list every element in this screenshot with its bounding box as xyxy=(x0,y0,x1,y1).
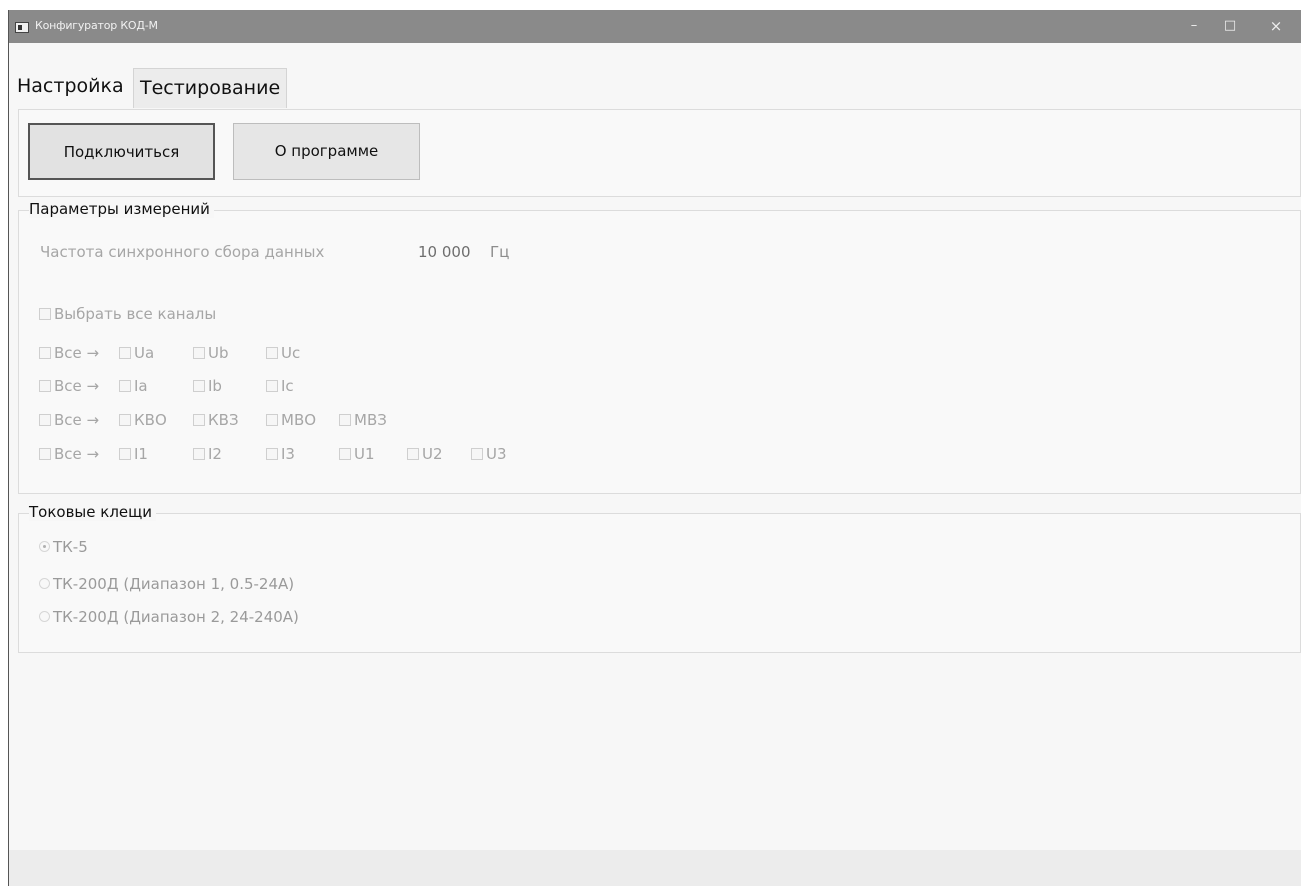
checkbox-icon xyxy=(193,380,205,392)
channel-u3-checkbox[interactable]: U3 xyxy=(471,445,507,463)
status-bar xyxy=(9,850,1301,886)
channel-label: I2 xyxy=(208,445,222,463)
row-current-all-checkbox[interactable]: Все → xyxy=(39,377,99,395)
checkbox-icon xyxy=(39,448,51,460)
channel-i2-checkbox[interactable]: I2 xyxy=(193,445,222,463)
clamp-tk200-range2-radio[interactable]: ТК-200Д (Диапазон 2, 24-240А) xyxy=(39,608,299,626)
row-discrete-all-checkbox[interactable]: Все → xyxy=(39,411,99,429)
title-bar: Конфигуратор КОД-М – □ × xyxy=(9,10,1301,43)
checkbox-icon xyxy=(39,414,51,426)
radio-icon xyxy=(39,578,50,589)
channel-ib-checkbox[interactable]: Ib xyxy=(193,377,222,395)
checkbox-icon xyxy=(39,347,51,359)
clamps-group-title: Токовые клещи xyxy=(29,503,157,521)
channel-kvz-checkbox[interactable]: КВЗ xyxy=(193,411,239,429)
checkbox-icon xyxy=(266,448,278,460)
row-external-all-checkbox[interactable]: Все → xyxy=(39,445,99,463)
checkbox-icon xyxy=(39,308,51,320)
radio-icon xyxy=(39,611,50,622)
checkbox-icon xyxy=(339,414,351,426)
frequency-label: Частота синхронного сбора данных xyxy=(40,243,325,261)
channel-label: U1 xyxy=(354,445,375,463)
channel-ia-checkbox[interactable]: Ia xyxy=(119,377,148,395)
channel-label: МВО xyxy=(281,411,317,429)
checkbox-icon xyxy=(193,448,205,460)
connect-button[interactable]: Подключиться xyxy=(28,123,215,180)
channel-label: I1 xyxy=(134,445,148,463)
close-icon[interactable]: × xyxy=(1261,16,1291,36)
channel-label: Ua xyxy=(134,344,155,362)
channel-label: Ia xyxy=(134,377,148,395)
radio-label: ТК-200Д (Диапазон 1, 0.5-24А) xyxy=(53,575,295,593)
channel-mvo-checkbox[interactable]: МВО xyxy=(266,411,316,429)
channel-label: U3 xyxy=(486,445,507,463)
checkbox-icon xyxy=(119,347,131,359)
checkbox-icon xyxy=(193,347,205,359)
channel-u1-checkbox[interactable]: U1 xyxy=(339,445,375,463)
radio-selected-icon xyxy=(39,541,50,552)
row-all-label: Все → xyxy=(54,377,100,395)
channel-label: Ub xyxy=(208,344,229,362)
channel-ub-checkbox[interactable]: Ub xyxy=(193,344,229,362)
app-icon xyxy=(15,22,29,33)
measurement-group-title: Параметры измерений xyxy=(29,200,214,218)
clamp-tk200-range1-radio[interactable]: ТК-200Д (Диапазон 1, 0.5-24А) xyxy=(39,575,294,593)
channel-label: МВЗ xyxy=(354,411,387,429)
checkbox-icon xyxy=(119,380,131,392)
tab-bar: Настройка Тестирование xyxy=(9,65,1301,109)
channel-i3-checkbox[interactable]: I3 xyxy=(266,445,295,463)
row-all-label: Все → xyxy=(54,344,100,362)
channel-i1-checkbox[interactable]: I1 xyxy=(119,445,148,463)
checkbox-icon xyxy=(407,448,419,460)
channel-ic-checkbox[interactable]: Ic xyxy=(266,377,294,395)
checkbox-icon xyxy=(266,347,278,359)
row-all-label: Все → xyxy=(54,445,100,463)
channel-label: КВЗ xyxy=(208,411,239,429)
frequency-unit: Гц xyxy=(490,243,510,261)
channel-label: U2 xyxy=(422,445,443,463)
checkbox-icon xyxy=(39,380,51,392)
tab-testing[interactable]: Тестирование xyxy=(133,68,288,108)
channel-label: I3 xyxy=(281,445,295,463)
checkbox-icon xyxy=(471,448,483,460)
clamp-tk5-radio[interactable]: ТК-5 xyxy=(39,538,88,556)
checkbox-icon xyxy=(119,414,131,426)
tab-settings[interactable]: Настройка xyxy=(11,65,130,108)
select-all-channels-checkbox[interactable]: Выбрать все каналы xyxy=(39,305,216,323)
minimize-icon[interactable]: – xyxy=(1179,16,1209,36)
row-all-label: Все → xyxy=(54,411,100,429)
checkbox-icon xyxy=(339,448,351,460)
checkbox-icon xyxy=(266,414,278,426)
channel-kvo-checkbox[interactable]: КВО xyxy=(119,411,167,429)
channel-label: Uc xyxy=(281,344,301,362)
app-window: Конфигуратор КОД-М – □ × Настройка Тести… xyxy=(8,10,1301,886)
radio-label: ТК-200Д (Диапазон 2, 24-240А) xyxy=(53,608,299,626)
radio-label: ТК-5 xyxy=(53,538,88,556)
channel-u2-checkbox[interactable]: U2 xyxy=(407,445,443,463)
row-voltage-all-checkbox[interactable]: Все → xyxy=(39,344,99,362)
channel-uc-checkbox[interactable]: Uc xyxy=(266,344,300,362)
about-button[interactable]: О программе xyxy=(233,123,420,180)
checkbox-icon xyxy=(266,380,278,392)
channel-label: Ic xyxy=(281,377,294,395)
channel-label: Ib xyxy=(208,377,222,395)
channel-mvz-checkbox[interactable]: МВЗ xyxy=(339,411,387,429)
channel-ua-checkbox[interactable]: Ua xyxy=(119,344,154,362)
checkbox-icon xyxy=(119,448,131,460)
checkbox-icon xyxy=(193,414,205,426)
channel-label: КВО xyxy=(134,411,167,429)
frequency-value: 10 000 xyxy=(418,243,471,261)
maximize-icon[interactable]: □ xyxy=(1215,16,1245,36)
window-title: Конфигуратор КОД-М xyxy=(35,19,158,32)
select-all-channels-label: Выбрать все каналы xyxy=(54,305,217,323)
